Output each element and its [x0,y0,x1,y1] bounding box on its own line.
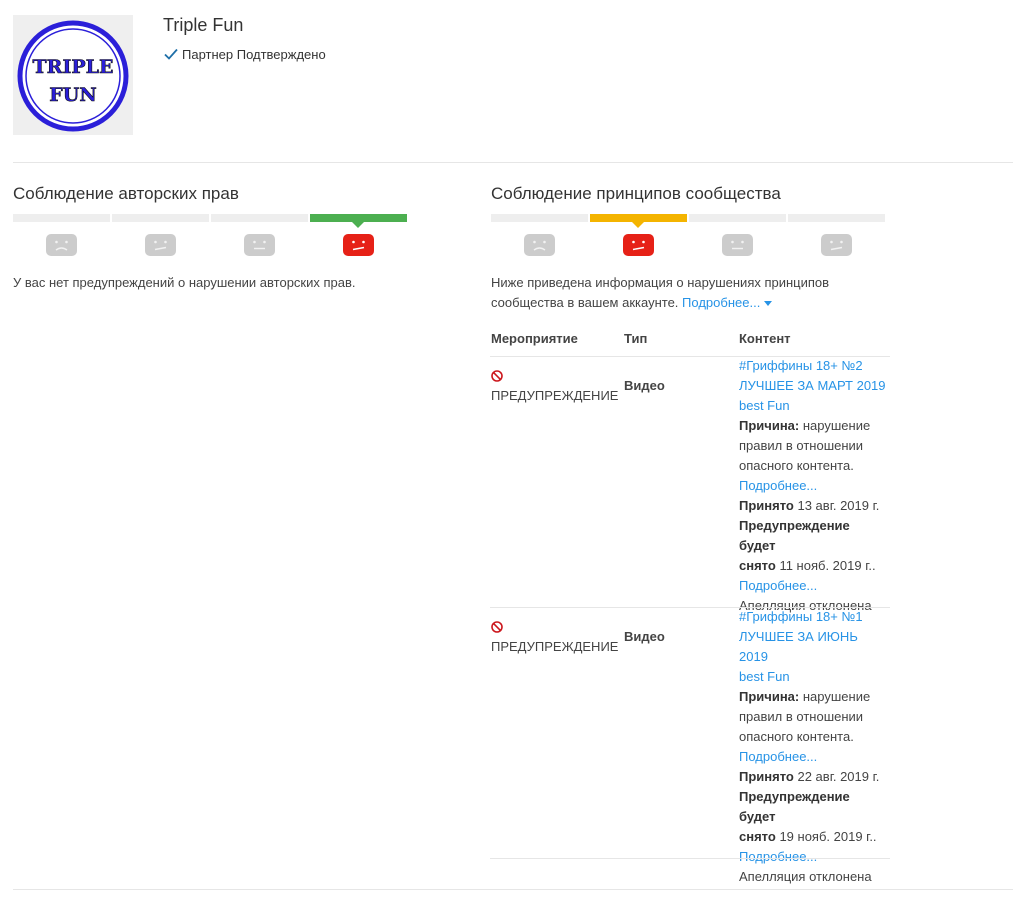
expires-label-line: снято [739,558,776,573]
divider [13,162,1013,163]
meter-segment [13,214,110,222]
strike-reason: Причина: нарушение [739,687,889,707]
logo-text-2: FUN [49,84,96,106]
copyright-meter [13,214,413,262]
accepted-date: Принято 22 авг. 2019 г. [739,767,889,787]
video-link[interactable]: #Гриффины 18+ №1 ЛУЧШЕЕ ЗА ИЮНЬ 2019 bes… [739,607,889,687]
community-intro: Ниже приведена информация о нарушениях п… [491,273,891,313]
meter-pointer [632,222,644,228]
header-action: Мероприятие [491,331,578,346]
header-content: Контент [739,331,791,346]
chevron-down-icon [764,301,773,307]
video-title-line: #Гриффины 18+ №2 [739,358,863,373]
meter-segment [211,214,308,222]
reason-text: нарушение [802,689,871,704]
accepted-label: Принято [739,498,794,513]
partner-label: Партнер Подтверждено [182,46,326,62]
more-link-label: Подробнее... [682,295,761,310]
video-title-line: ЛУЧШЕЕ ЗА МАРТ 2019 [739,378,886,393]
strike-action: ПРЕДУПРЕЖДЕНИЕ [491,388,619,403]
reason-text: опасного контента. [739,458,854,473]
strike-type: Видео [624,378,665,393]
copyright-title: Соблюдение авторских прав [13,184,239,203]
strike-type: Видео [624,629,665,644]
strike-face-active-icon [343,234,374,256]
strike-face-icon [821,234,852,256]
channel-logo: TRIPLE FUN [17,20,129,132]
expires-label: Предупреждение будет [739,787,889,827]
meter-segment [689,214,786,222]
video-title-line: #Гриффины 18+ №1 [739,609,863,624]
video-title-line: best Fun [739,398,790,413]
checkmark-icon [164,48,178,60]
strike-face-icon [244,234,275,256]
video-link[interactable]: #Гриффины 18+ №2 ЛУЧШЕЕ ЗА МАРТ 2019 bes… [739,356,889,416]
accepted-value: 22 авг. 2019 г. [797,769,880,784]
reason-label: Причина: [739,418,800,433]
expires-more-link[interactable]: Подробнее... [739,576,889,596]
expires-date: снято 11 нояб. 2019 г.. [739,556,889,576]
strike-face-icon [46,234,77,256]
logo-text-1: TRIPLE [33,56,114,78]
accepted-label: Принято [739,769,794,784]
reason-text: нарушение [802,418,871,433]
strike-face-icon [524,234,555,256]
meter-segment [112,214,209,222]
meter-segment [310,214,407,222]
expires-more-link[interactable]: Подробнее... [739,847,889,867]
community-intro-line1: Ниже приведена информация о нарушениях п… [491,275,830,290]
partner-status: Партнер Подтверждено [163,46,326,62]
divider [13,889,1013,890]
strike-face-icon [145,234,176,256]
more-link[interactable]: Подробнее... [682,295,773,310]
meter-segment [788,214,885,222]
expires-label-line: Предупреждение будет [739,789,850,824]
expires-value: 11 нояб. 2019 г.. [779,558,876,573]
reason-more-link[interactable]: Подробнее... [739,476,889,496]
ban-icon [491,621,503,633]
strike-action: ПРЕДУПРЕЖДЕНИЕ [491,639,619,654]
reason-label: Причина: [739,689,800,704]
channel-name[interactable]: Triple Fun [163,15,243,36]
reason-text: правил в отношении [739,709,864,724]
strike-content: #Гриффины 18+ №2 ЛУЧШЕЕ ЗА МАРТ 2019 bes… [739,356,889,616]
community-intro-line2: сообщества в вашем аккаунте. [491,295,679,310]
meter-segment [491,214,588,222]
strike-reason: Причина: нарушение [739,416,889,436]
community-meter [491,214,891,262]
community-title: Соблюдение принципов сообщества [491,184,781,203]
header-type: Тип [624,331,648,346]
video-title-line: best Fun [739,669,790,684]
strike-face-active-icon [623,234,654,256]
ban-icon [491,370,503,382]
expires-value: 19 нояб. 2019 г.. [779,829,877,844]
table-divider [490,858,890,859]
reason-more-link[interactable]: Подробнее... [739,747,889,767]
expires-date: снято 19 нояб. 2019 г.. [739,827,889,847]
expires-label-line: снято [739,829,776,844]
video-title-line: ЛУЧШЕЕ ЗА ИЮНЬ 2019 [739,629,858,664]
appeal-status: Апелляция отклонена [739,869,872,884]
copyright-message: У вас нет предупреждений о нарушении авт… [13,275,356,290]
expires-label: Предупреждение будет [739,516,889,556]
reason-text: правил в отношении [739,438,864,453]
meter-pointer [352,222,364,228]
strike-face-icon [722,234,753,256]
channel-avatar: TRIPLE FUN [13,15,133,135]
strike-content: #Гриффины 18+ №1 ЛУЧШЕЕ ЗА ИЮНЬ 2019 bes… [739,607,889,887]
expires-label-line: Предупреждение будет [739,518,850,553]
accepted-date: Принято 13 авг. 2019 г. [739,496,889,516]
accepted-value: 13 авг. 2019 г. [797,498,880,513]
reason-text: опасного контента. [739,729,854,744]
meter-segment [590,214,687,222]
